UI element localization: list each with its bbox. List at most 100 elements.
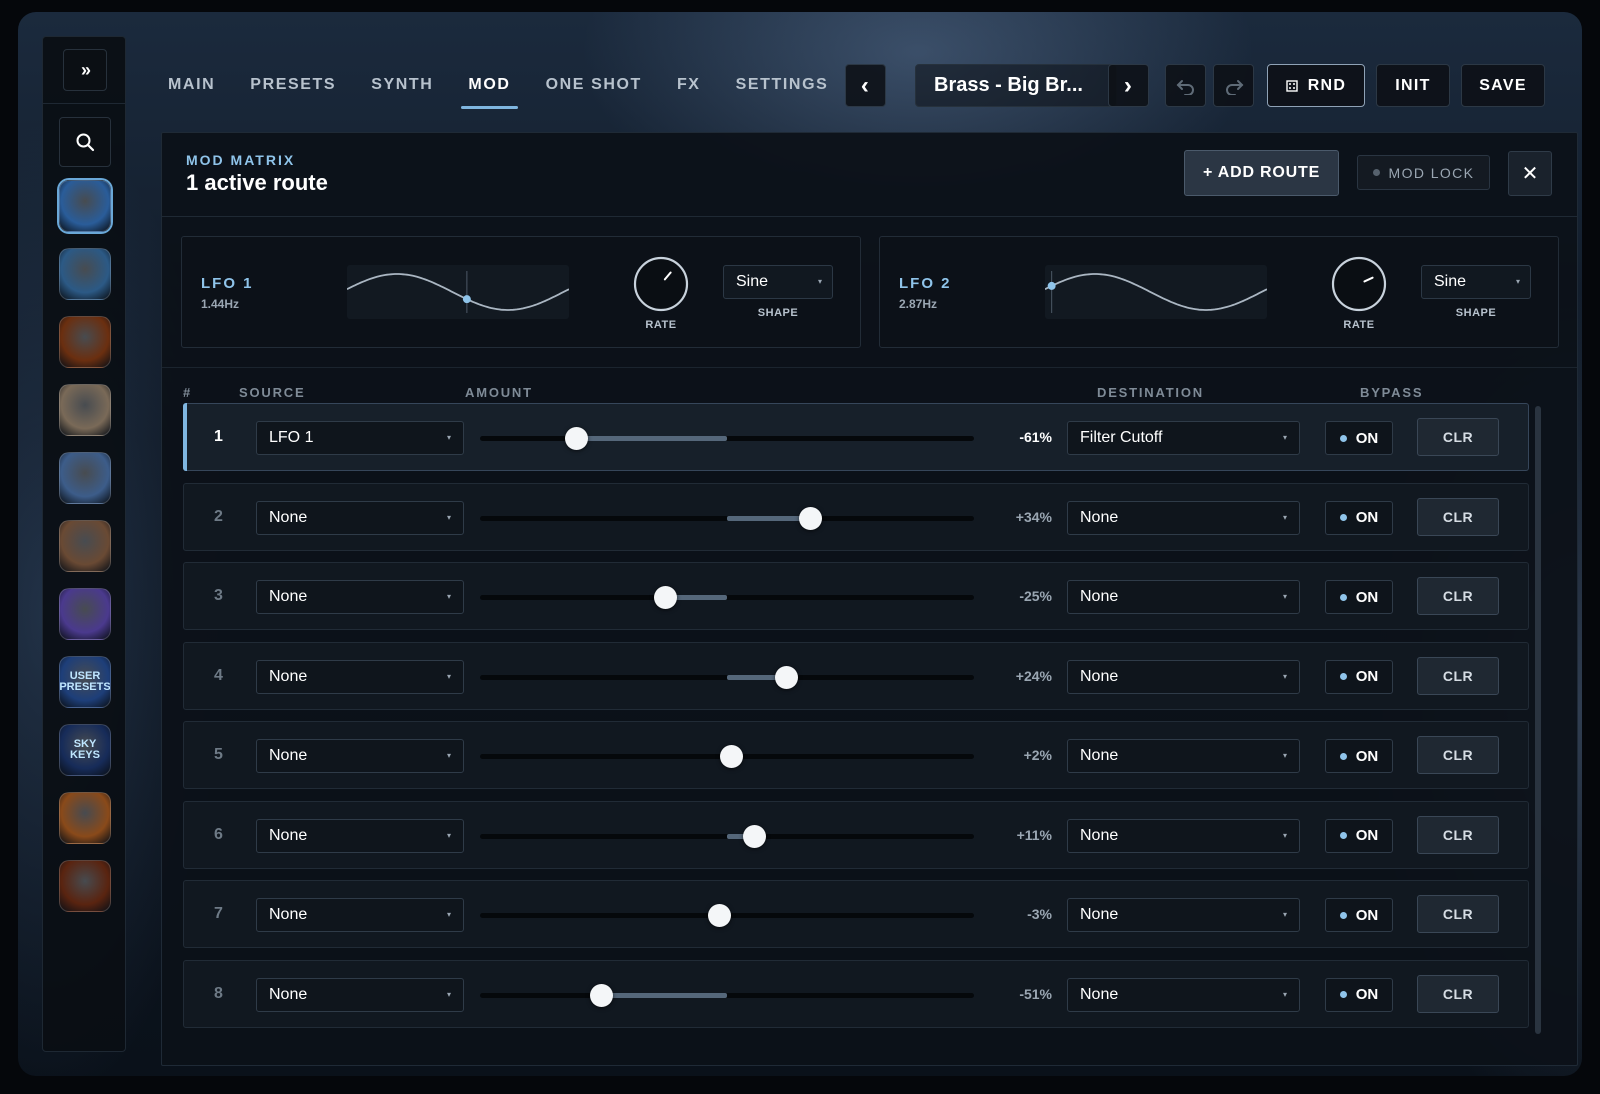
bypass-toggle[interactable]: ON <box>1325 818 1393 853</box>
clear-route-button[interactable]: CLR <box>1417 656 1499 695</box>
redo-button[interactable] <box>1213 64 1254 107</box>
destination-dropdown[interactable]: None ▾ <box>1067 739 1300 773</box>
amount-slider-thumb[interactable] <box>774 665 798 689</box>
search-button[interactable] <box>59 117 111 167</box>
randomize-button[interactable]: RND <box>1267 64 1365 107</box>
source-value: LFO 1 <box>269 429 314 446</box>
tab-synth[interactable]: SYNTH <box>371 65 433 105</box>
prev-preset-button[interactable]: ‹ <box>845 64 886 107</box>
thumb-label: SKY KEYS <box>70 738 100 761</box>
preset-thumb-8[interactable]: USER PRESETS <box>59 656 111 708</box>
undo-button[interactable] <box>1165 64 1206 107</box>
tab-fx[interactable]: FX <box>677 65 701 105</box>
chevron-right-icon: › <box>1123 71 1134 99</box>
expand-sidebar-button[interactable]: ›› <box>63 49 107 91</box>
amount-slider-thumb[interactable] <box>564 427 588 450</box>
destination-dropdown[interactable]: None ▾ <box>1067 898 1300 932</box>
route-number: 7 <box>214 905 223 922</box>
amount-slider-thumb[interactable] <box>708 904 732 927</box>
dropdown-arrow-icon: ▾ <box>1282 830 1287 840</box>
tab-settings[interactable]: SETTINGS <box>736 65 829 105</box>
preset-thumb-1[interactable] <box>59 180 111 232</box>
bypass-toggle[interactable]: ON <box>1325 898 1393 932</box>
bypass-label: ON <box>1355 588 1379 606</box>
bypass-toggle[interactable]: ON <box>1325 500 1393 535</box>
amount-slider-track[interactable] <box>480 595 974 600</box>
preset-thumb-11[interactable] <box>59 860 111 912</box>
source-dropdown[interactable]: None ▾ <box>256 818 464 853</box>
clear-route-button[interactable]: CLR <box>1417 736 1499 774</box>
bypass-toggle[interactable]: ON <box>1325 421 1393 455</box>
source-dropdown[interactable]: None ▾ <box>256 898 464 932</box>
preset-thumb-6[interactable] <box>59 520 111 572</box>
source-dropdown[interactable]: None ▾ <box>256 977 464 1012</box>
clear-route-button[interactable]: CLR <box>1417 418 1499 456</box>
destination-dropdown[interactable]: None ▾ <box>1067 580 1300 614</box>
tab-one-shot[interactable]: ONE SHOT <box>546 65 642 105</box>
column-header-bypass: BYPASS <box>1360 385 1424 400</box>
destination-value: None <box>1080 747 1119 764</box>
amount-value: +34% <box>1015 508 1052 525</box>
lfo-wave-path <box>347 273 569 311</box>
source-dropdown[interactable]: None ▾ <box>256 739 464 773</box>
amount-slider-thumb[interactable] <box>589 983 613 1007</box>
next-preset-button[interactable]: › <box>1108 64 1149 107</box>
tab-mod[interactable]: MOD <box>461 65 518 109</box>
amount-value: +2% <box>1023 747 1052 763</box>
bypass-toggle[interactable]: ON <box>1325 580 1393 614</box>
clear-route-button[interactable]: CLR <box>1417 974 1499 1013</box>
bypass-toggle[interactable]: ON <box>1325 739 1393 773</box>
source-dropdown[interactable]: None ▾ <box>256 659 464 694</box>
init-button[interactable]: INIT <box>1376 64 1450 107</box>
preset-thumb-3[interactable] <box>59 316 111 368</box>
scrollbar[interactable] <box>1535 406 1541 1034</box>
knob-ring <box>633 256 689 312</box>
dropdown-arrow-icon: ▾ <box>446 592 451 601</box>
source-value: None <box>269 508 308 526</box>
amount-slider-fill <box>727 515 811 521</box>
preset-thumb-9[interactable]: SKY KEYS <box>59 724 111 776</box>
bypass-toggle[interactable]: ON <box>1325 659 1393 694</box>
save-button[interactable]: SAVE <box>1461 64 1545 107</box>
destination-dropdown[interactable]: None ▾ <box>1067 977 1300 1012</box>
amount-slider-thumb[interactable] <box>720 745 744 768</box>
lfo-shape-dropdown[interactable]: Sine ▾ <box>723 265 833 299</box>
amount-slider-track[interactable] <box>480 436 974 441</box>
bypass-toggle[interactable]: ON <box>1325 977 1393 1012</box>
preset-thumb-10[interactable] <box>59 792 111 844</box>
close-button[interactable]: ✕ <box>1508 151 1552 196</box>
source-dropdown[interactable]: None ▾ <box>256 580 464 614</box>
lfo-shape-dropdown[interactable]: Sine ▾ <box>1421 265 1531 299</box>
bypass-indicator <box>1339 434 1347 442</box>
add-route-button[interactable]: + ADD ROUTE <box>1184 150 1339 196</box>
preset-thumb-5[interactable] <box>59 452 111 504</box>
clear-route-button[interactable]: CLR <box>1417 577 1499 615</box>
bypass-indicator <box>1339 832 1347 839</box>
destination-dropdown[interactable]: None ▾ <box>1067 818 1300 853</box>
amount-slider-thumb[interactable] <box>742 824 766 848</box>
lfo-frequency: 1.44Hz <box>201 297 240 311</box>
amount-slider-thumb[interactable] <box>799 506 823 530</box>
mod-route-row: 6 None ▾ +11% None ▾ ON CLR <box>183 800 1529 869</box>
clear-route-button[interactable]: CLR <box>1417 497 1499 536</box>
amount-slider-track[interactable] <box>480 992 974 998</box>
destination-dropdown[interactable]: None ▾ <box>1067 659 1300 694</box>
clear-route-button[interactable]: CLR <box>1417 895 1499 933</box>
source-dropdown[interactable]: LFO 1 ▾ <box>256 421 464 455</box>
tab-presets[interactable]: PRESETS <box>250 65 336 105</box>
lfo-rate-knob[interactable] <box>632 255 690 313</box>
preset-thumb-7[interactable] <box>59 588 111 640</box>
mod-lock-toggle[interactable]: MOD LOCK <box>1357 155 1490 190</box>
destination-dropdown[interactable]: Filter Cutoff ▾ <box>1067 421 1300 455</box>
lfo-rate-knob[interactable] <box>1330 255 1388 313</box>
destination-dropdown[interactable]: None ▾ <box>1067 500 1300 535</box>
preset-name-display[interactable]: Brass - Big Br... <box>915 64 1117 107</box>
preset-thumb-2[interactable] <box>59 248 111 300</box>
clear-route-button[interactable]: CLR <box>1417 815 1499 854</box>
amount-slider-thumb[interactable] <box>653 586 677 609</box>
tab-main[interactable]: MAIN <box>168 65 215 105</box>
sidebar: ›› USER PRESETS SKY KEYS <box>42 36 126 1052</box>
source-dropdown[interactable]: None ▾ <box>256 500 464 535</box>
search-icon <box>76 133 95 152</box>
preset-thumb-4[interactable] <box>59 384 111 436</box>
